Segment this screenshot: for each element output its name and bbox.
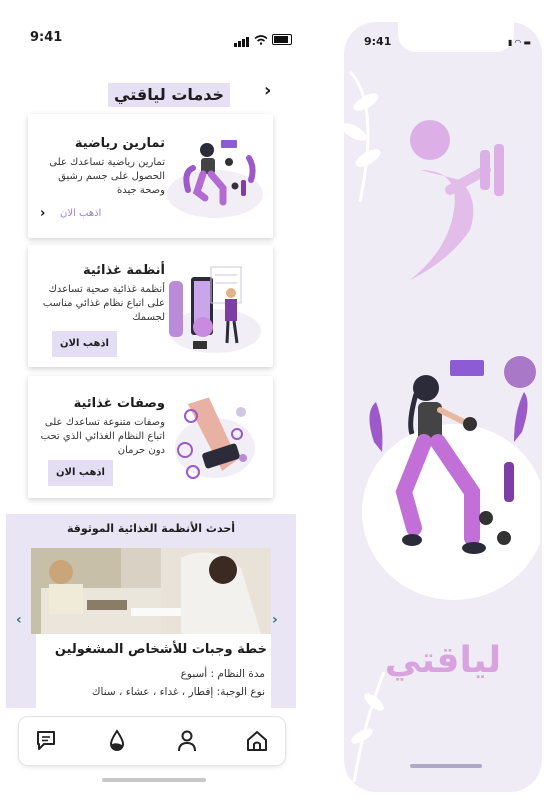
wifi-icon (254, 34, 268, 45)
battery-icon: ▬ (523, 38, 531, 47)
wifi-icon: ◠ (514, 38, 522, 47)
status-time: 9:41 (30, 30, 63, 45)
service-card-diet-plans[interactable]: أنظمة غذائية أنظمة غذائية صحية تساعدك عل… (28, 245, 273, 367)
page-title: خدمات لياقتي (108, 83, 231, 107)
signal-icon (234, 32, 250, 47)
carousel-next-icon[interactable]: › (272, 612, 278, 628)
plan-title: خطة وجبات للأشخاص المشغولين (54, 642, 267, 657)
card-title: تمارين رياضية (74, 136, 165, 151)
services-screen: 9:41 خدمات لياقتي › تمارين رياضية تمارين… (0, 0, 320, 808)
card-title: وصفات غذائية (73, 396, 165, 411)
chevron-right-icon[interactable]: › (264, 80, 271, 101)
status-bar: 9:41 (0, 30, 300, 50)
home-indicator (102, 778, 206, 782)
service-card-recipes[interactable]: وصفات غذائية وصفات متنوعة تساعدك على اتب… (28, 376, 273, 498)
go-now-button[interactable]: اذهب الان (48, 460, 113, 486)
phone-notch (398, 22, 514, 52)
workout-illustration (167, 140, 263, 218)
section-title: أحدث الأنظمة الغذائية الموثوقة (66, 522, 236, 535)
meal-plan-card[interactable]: خطة وجبات للأشخاص المشغولين مدة النظام :… (36, 634, 271, 708)
status-time: 9:41 (364, 35, 392, 48)
fitness-logo-icon (410, 120, 504, 280)
card-description: تمارين رياضية تساعدك على الحصول على جسم … (49, 157, 165, 196)
card-title: أنظمة غذائية (82, 263, 165, 278)
card-description: وصفات متنوعة تساعدك على اتباع النظام الغ… (40, 417, 165, 456)
chevron-left-icon[interactable]: ‹ (40, 206, 45, 221)
home-icon[interactable] (243, 727, 271, 755)
carousel-prev-icon[interactable]: ‹ (16, 612, 22, 628)
go-now-link[interactable]: اذهب الان (60, 208, 101, 219)
plan-meal-types: نوع الوجبة: إفطار ، غداء ، عشاء ، سناك (91, 686, 265, 698)
recipe-illustration (175, 397, 255, 479)
home-indicator (410, 764, 482, 768)
plan-duration: مدة النظام : أسبوع (180, 668, 265, 680)
signal-icon: ▮ (508, 38, 513, 47)
bottom-tab-bar (18, 716, 286, 766)
battery-icon (272, 34, 292, 45)
service-card-workouts[interactable]: تمارين رياضية تمارين رياضية تساعدك على ا… (28, 114, 273, 238)
splash-screen: 9:41 ▮ ◠ ▬ لياقتي (344, 22, 542, 792)
leaf-decoration-bottom (351, 671, 386, 782)
go-now-button[interactable]: اذهب الان (52, 331, 117, 357)
nutrition-plan-illustration (169, 266, 261, 353)
profile-icon[interactable] (173, 727, 201, 755)
latest-diet-plans-section: أحدث الأنظمة الغذائية الموثوقة ‹ › خطة و… (6, 514, 296, 708)
water-drop-icon[interactable] (103, 727, 131, 755)
chat-icon[interactable] (33, 727, 61, 755)
meal-plan-photo (31, 548, 271, 634)
card-description: أنظمة غذائية صحية تساعدك على اتباع نظام … (42, 284, 165, 323)
woman-exercising-illustration (362, 356, 540, 600)
